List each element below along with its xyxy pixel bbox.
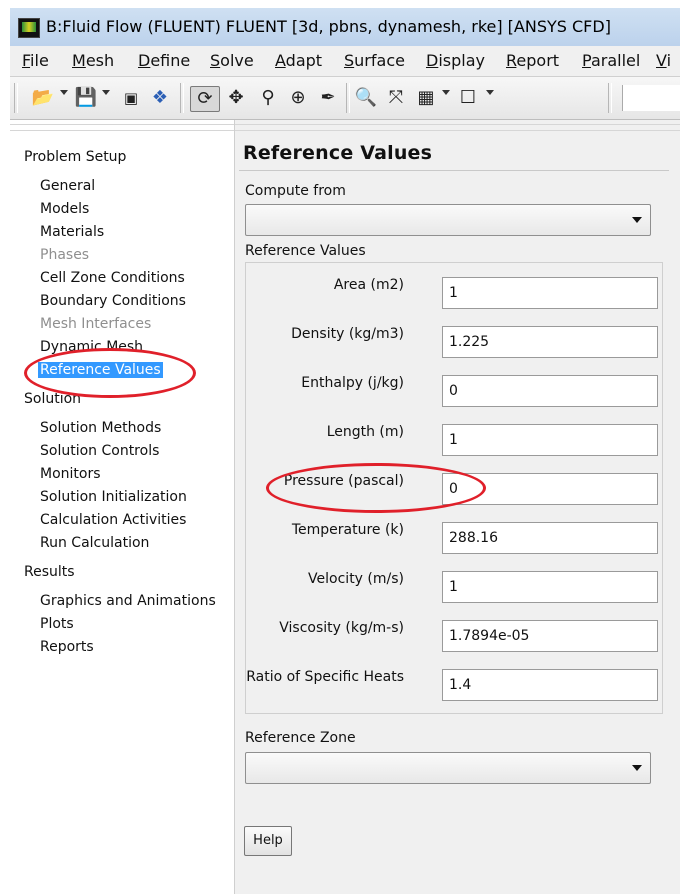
- rotate-icon[interactable]: ⟳: [190, 86, 220, 112]
- viscosity-field[interactable]: 1.7894e-05: [442, 620, 658, 652]
- pressure-field[interactable]: 0: [442, 473, 658, 505]
- viscosity-label: Viscosity (kg/m-s): [279, 620, 404, 636]
- tree-item-plots[interactable]: Plots: [40, 616, 74, 632]
- reference-zone-label: Reference Zone: [245, 730, 356, 746]
- help-icon[interactable]: ❖: [148, 86, 172, 110]
- toolbar-field[interactable]: [622, 85, 680, 111]
- probe-icon[interactable]: ✒: [316, 86, 340, 110]
- menu-report[interactable]: Report: [506, 51, 559, 70]
- pressure-label: Pressure (pascal): [283, 473, 404, 489]
- compute-from-label: Compute from: [245, 183, 346, 199]
- menu-adapt[interactable]: Adapt: [275, 51, 322, 70]
- tree-item-phases: Phases: [40, 247, 90, 263]
- menu-view[interactable]: Vi: [656, 51, 671, 70]
- help-button[interactable]: Help: [244, 826, 292, 856]
- velocity-label: Velocity (m/s): [308, 571, 404, 587]
- enthalpy-field[interactable]: 0: [442, 375, 658, 407]
- density-label: Density (kg/m3): [291, 326, 404, 342]
- zoom-icon[interactable]: ⚲: [256, 86, 280, 110]
- window-title-bar[interactable]: B:Fluid Flow (FLUENT) FLUENT [3d, pbns, …: [10, 8, 680, 47]
- chevron-down-icon[interactable]: [486, 90, 494, 95]
- tree-item-solution-initialization[interactable]: Solution Initialization: [40, 489, 187, 505]
- tree-item-monitors[interactable]: Monitors: [40, 466, 101, 482]
- reference-values-group: Area (m2) 1 Density (kg/m3) 1.225 Enthal…: [245, 262, 663, 714]
- tree-heading-solution[interactable]: Solution: [24, 391, 81, 407]
- open-folder-icon[interactable]: 📂: [30, 86, 56, 110]
- title-divider: [239, 170, 669, 171]
- window-title: B:Fluid Flow (FLUENT) FLUENT [3d, pbns, …: [46, 17, 611, 36]
- menu-display[interactable]: Display: [426, 51, 485, 70]
- navigation-tree: Problem Setup General Models Materials P…: [10, 120, 235, 894]
- tree-item-mesh-interfaces: Mesh Interfaces: [40, 316, 152, 332]
- tree-item-reports[interactable]: Reports: [40, 639, 94, 655]
- menu-file[interactable]: File: [22, 51, 49, 70]
- toolbar: 📂 💾 ▣ ❖ ⟳ ✥ ⚲ ⊕ ✒ 🔍 ⤧ ▦ ☐: [10, 77, 680, 120]
- menu-bar: File Mesh Define Solve Adapt Surface Dis…: [10, 46, 680, 77]
- tree-heading-problem-setup[interactable]: Problem Setup: [24, 149, 126, 165]
- velocity-field[interactable]: 1: [442, 571, 658, 603]
- temperature-label: Temperature (k): [291, 522, 404, 538]
- snapshot-icon[interactable]: ▣: [118, 86, 144, 110]
- tree-item-graphics-and-animations[interactable]: Graphics and Animations: [40, 593, 216, 609]
- tree-item-calculation-activities[interactable]: Calculation Activities: [40, 512, 186, 528]
- chevron-down-icon[interactable]: [442, 90, 450, 95]
- zoom-box-icon[interactable]: ⊕: [286, 86, 310, 110]
- fluent-app-icon: [18, 18, 40, 38]
- axes-icon[interactable]: ⤧: [384, 86, 408, 110]
- menu-surface[interactable]: Surface: [344, 51, 405, 70]
- toolbar-separator: [346, 83, 350, 113]
- tree-item-solution-methods[interactable]: Solution Methods: [40, 420, 161, 436]
- tree-item-cell-zone-conditions[interactable]: Cell Zone Conditions: [40, 270, 185, 286]
- pan-icon[interactable]: ✥: [224, 86, 248, 110]
- tree-item-general[interactable]: General: [40, 178, 95, 194]
- menu-mesh[interactable]: Mesh: [72, 51, 114, 70]
- panel-grip: [10, 124, 234, 131]
- tree-item-dynamic-mesh[interactable]: Dynamic Mesh: [40, 339, 143, 355]
- area-field[interactable]: 1: [442, 277, 658, 309]
- save-icon[interactable]: 💾: [74, 86, 98, 110]
- length-field[interactable]: 1: [442, 424, 658, 456]
- menu-solve[interactable]: Solve: [210, 51, 254, 70]
- toolbar-separator: [180, 83, 184, 113]
- reference-zone-dropdown[interactable]: [245, 752, 651, 784]
- reference-values-panel: Reference Values Compute from Reference …: [235, 120, 680, 894]
- tree-item-solution-controls[interactable]: Solution Controls: [40, 443, 159, 459]
- layout-icon[interactable]: ▦: [414, 86, 438, 110]
- area-label: Area (m2): [333, 277, 404, 293]
- chevron-down-icon[interactable]: [632, 765, 642, 771]
- tree-item-boundary-conditions[interactable]: Boundary Conditions: [40, 293, 186, 309]
- menu-parallel[interactable]: Parallel: [582, 51, 640, 70]
- toolbar-separator: [608, 83, 612, 113]
- tree-item-run-calculation[interactable]: Run Calculation: [40, 535, 149, 551]
- chevron-down-icon[interactable]: [60, 90, 68, 95]
- compute-from-dropdown[interactable]: [245, 204, 651, 236]
- chevron-down-icon[interactable]: [102, 90, 110, 95]
- zoom-fit-icon[interactable]: 🔍: [354, 86, 378, 110]
- enthalpy-label: Enthalpy (j/kg): [301, 375, 404, 391]
- temperature-field[interactable]: 288.16: [442, 522, 658, 554]
- tree-item-materials[interactable]: Materials: [40, 224, 104, 240]
- ratio-of-specific-heats-field[interactable]: 1.4: [442, 669, 658, 701]
- chevron-down-icon[interactable]: [632, 217, 642, 223]
- ratio-of-specific-heats-label: Ratio of Specific Heats: [246, 669, 404, 685]
- tree-heading-results[interactable]: Results: [24, 564, 75, 580]
- reference-values-group-label: Reference Values: [245, 243, 366, 259]
- panel-grip: [235, 124, 680, 131]
- menu-define[interactable]: Define: [138, 51, 190, 70]
- window-icon[interactable]: ☐: [456, 86, 480, 110]
- density-field[interactable]: 1.225: [442, 326, 658, 358]
- tree-item-models[interactable]: Models: [40, 201, 89, 217]
- toolbar-grip: [14, 83, 18, 113]
- panel-title: Reference Values: [243, 142, 433, 164]
- length-label: Length (m): [326, 424, 404, 440]
- tree-item-reference-values[interactable]: Reference Values: [38, 362, 163, 378]
